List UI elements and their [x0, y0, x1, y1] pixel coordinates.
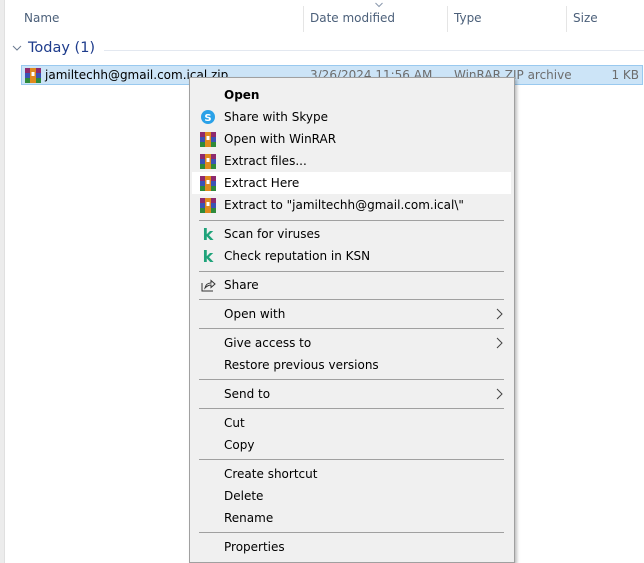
menu-item-create-shortcut[interactable]: Create shortcut: [192, 463, 511, 485]
group-header-today[interactable]: Today (1): [12, 40, 644, 60]
menu-item-label: Extract to "jamiltechh@gmail.com.ical\": [224, 198, 464, 212]
menu-item-label: Copy: [224, 438, 255, 452]
column-header-type[interactable]: Type: [454, 11, 482, 25]
menu-item-restore-previous-versions[interactable]: Restore previous versions: [192, 354, 511, 376]
menu-item-label: Share with Skype: [224, 110, 328, 124]
column-header-name[interactable]: Name: [24, 11, 59, 25]
menu-item-label: Share: [224, 278, 259, 292]
svg-text:k: k: [203, 226, 214, 242]
svg-text:k: k: [203, 248, 214, 264]
menu-separator: [199, 408, 504, 409]
menu-item-label: Open with WinRAR: [224, 132, 337, 146]
menu-item-label: Rename: [224, 511, 274, 525]
menu-item-label: Extract files...: [224, 154, 307, 168]
menu-item-label: Delete: [224, 489, 264, 503]
column-header-size[interactable]: Size: [573, 11, 598, 25]
menu-item-label: Scan for viruses: [224, 227, 321, 241]
menu-separator: [199, 220, 504, 221]
menu-item-label: Extract Here: [224, 176, 300, 190]
menu-item-label: Restore previous versions: [224, 358, 379, 372]
menu-separator: [199, 459, 504, 460]
menu-item-open-with-winrar[interactable]: Open with WinRAR: [192, 128, 511, 150]
menu-item-label: Open with: [224, 307, 286, 321]
chevron-right-icon: [496, 337, 503, 349]
navigation-pane-edge: [0, 0, 5, 563]
menu-item-scan-for-viruses[interactable]: k Scan for viruses: [192, 223, 511, 245]
winrar-archive-icon: [25, 68, 41, 83]
sort-chevron-icon: [375, 2, 383, 8]
menu-item-delete[interactable]: Delete: [192, 485, 511, 507]
menu-item-share-with-skype[interactable]: S Share with Skype: [192, 106, 511, 128]
menu-item-give-access-to[interactable]: Give access to: [192, 332, 511, 354]
share-icon: [201, 279, 216, 292]
svg-text:S: S: [204, 113, 211, 124]
winrar-icon: [200, 198, 216, 213]
menu-item-copy[interactable]: Copy: [192, 434, 511, 456]
group-title: Today (1): [28, 40, 96, 56]
context-menu: Open S Share with Skype Open with WinRAR…: [189, 77, 515, 563]
menu-separator: [199, 271, 504, 272]
menu-item-label: Properties: [224, 540, 285, 554]
menu-item-label: Cut: [224, 416, 245, 430]
menu-item-rename[interactable]: Rename: [192, 507, 511, 529]
winrar-icon: [200, 154, 216, 169]
menu-item-label: Send to: [224, 387, 271, 401]
menu-item-open-with[interactable]: Open with: [192, 303, 511, 325]
winrar-icon: [200, 132, 216, 147]
menu-item-share[interactable]: Share: [192, 274, 511, 296]
skype-icon: S: [201, 110, 215, 124]
group-divider: [104, 50, 644, 51]
menu-item-open[interactable]: Open: [192, 84, 511, 106]
menu-item-label: Open: [224, 88, 260, 102]
menu-item-extract-to[interactable]: Extract to "jamiltechh@gmail.com.ical\": [192, 194, 511, 216]
chevron-right-icon: [496, 308, 503, 320]
chevron-right-icon: [496, 388, 503, 400]
menu-separator: [199, 532, 504, 533]
menu-item-send-to[interactable]: Send to: [192, 383, 511, 405]
column-header-date-modified[interactable]: Date modified: [310, 11, 395, 25]
menu-item-label: Create shortcut: [224, 467, 318, 481]
menu-separator: [199, 379, 504, 380]
menu-item-properties[interactable]: Properties: [192, 536, 511, 558]
kaspersky-icon: k: [203, 226, 214, 242]
menu-item-extract-files[interactable]: Extract files...: [192, 150, 511, 172]
menu-separator: [199, 328, 504, 329]
menu-item-extract-here[interactable]: Extract Here: [192, 172, 511, 194]
chevron-down-icon[interactable]: [12, 44, 22, 52]
column-divider[interactable]: [566, 6, 567, 32]
column-header-bar: Name Date modified Type Size: [5, 0, 644, 38]
file-size: 1 KB: [611, 68, 639, 82]
menu-item-label: Give access to: [224, 336, 312, 350]
menu-item-label: Check reputation in KSN: [224, 249, 371, 263]
column-divider[interactable]: [447, 6, 448, 32]
menu-item-cut[interactable]: Cut: [192, 412, 511, 434]
winrar-icon: [200, 176, 216, 191]
menu-separator: [199, 299, 504, 300]
column-divider[interactable]: [303, 6, 304, 32]
kaspersky-icon: k: [203, 248, 214, 264]
menu-item-check-reputation-ksn[interactable]: k Check reputation in KSN: [192, 245, 511, 267]
